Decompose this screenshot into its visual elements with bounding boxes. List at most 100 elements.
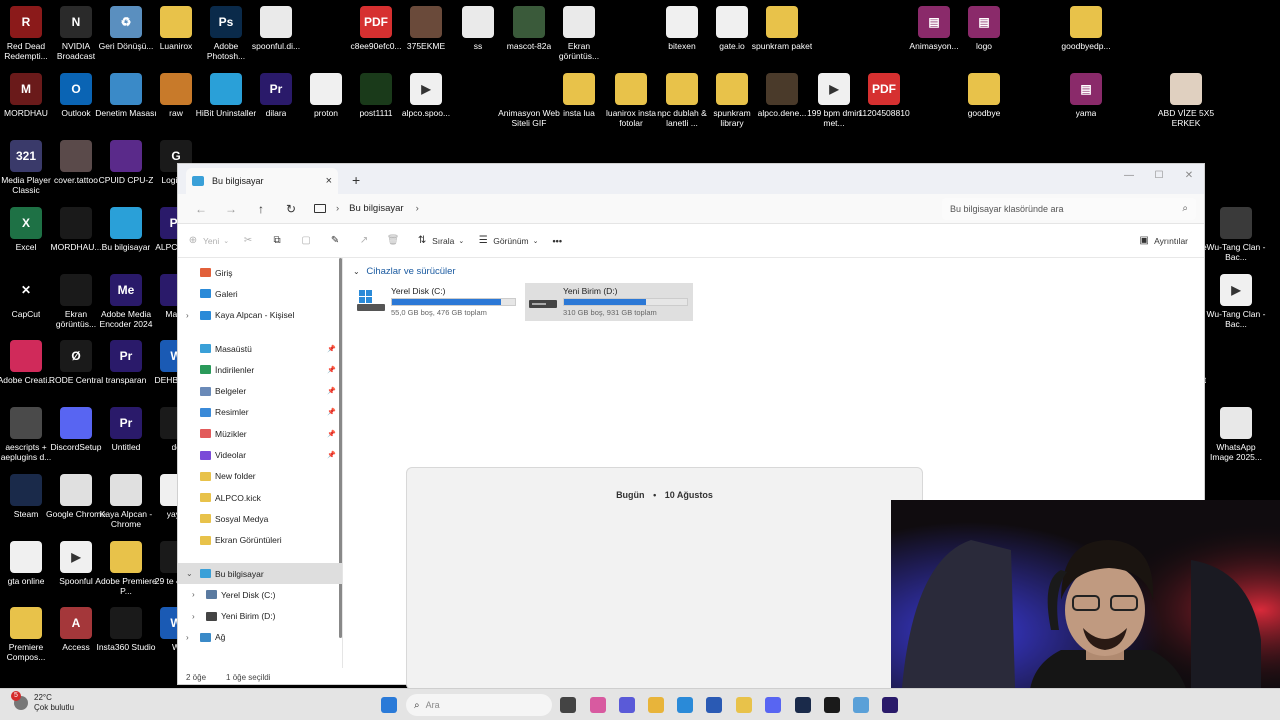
sidebar-item[interactable]: Giriş — [178, 262, 342, 283]
maximize-button[interactable]: ☐ — [1144, 164, 1174, 186]
sidebar-item-label: Belgeler — [215, 386, 247, 397]
search-placeholder: Bu bilgisayar klasöründe ara — [950, 203, 1064, 214]
drive-usage-bar — [391, 298, 516, 306]
sort-icon: ⇅ — [417, 235, 427, 246]
forward-button[interactable]: → — [216, 202, 246, 216]
share-icon[interactable]: ↗ — [359, 235, 374, 246]
pin-icon: 📌 — [327, 366, 336, 374]
breadcrumb[interactable]: › Bu bilgisayar › — [314, 198, 914, 220]
desktop-icon[interactable]: goodbye — [953, 73, 1015, 118]
taskbar-app-icon[interactable] — [795, 697, 811, 713]
sidebar-item[interactable]: ⌄ Bu bilgisayar — [178, 562, 342, 585]
new-button[interactable]: ⊕ Yeni ⌄ — [188, 235, 229, 246]
chevron-down-icon[interactable]: ⌄ — [186, 569, 193, 578]
app-icon: PDF — [868, 73, 900, 105]
drive-tile[interactable]: Yerel Disk (C:) 55,0 GB boş, 476 GB topla… — [353, 283, 521, 321]
app-icon — [716, 73, 748, 105]
desktop-icon[interactable]: ▶ alpco.spoo... — [395, 73, 457, 118]
minimize-button[interactable]: — — [1114, 164, 1144, 186]
details-button[interactable]: ▣ Ayrıntılar — [1139, 235, 1188, 246]
sidebar-item[interactable]: İndirilenler 📌 — [178, 359, 342, 380]
desktop-icon[interactable]: Wu-Tang Clan - Bac... — [1205, 207, 1267, 262]
app-icon: ▶ — [60, 541, 92, 573]
chevron-right-icon[interactable]: › — [416, 203, 419, 214]
taskbar-app-icon[interactable] — [882, 697, 898, 713]
sidebar-item[interactable]: Resimler 📌 — [178, 402, 342, 423]
desktop-icon[interactable]: ▤ logo — [953, 6, 1015, 51]
back-button[interactable]: ← — [186, 202, 216, 216]
desktop-icon[interactable]: spoonful.di... — [245, 6, 307, 51]
folder-icon — [200, 310, 211, 320]
taskbar-search-input[interactable]: ⌕ Ara — [406, 694, 552, 716]
desktop-icon[interactable]: goodbyedp... — [1055, 6, 1117, 51]
app-icon — [1070, 6, 1102, 38]
app-icon — [1170, 73, 1202, 105]
chevron-right-icon[interactable]: › — [186, 633, 189, 642]
pin-icon: 📌 — [327, 345, 336, 353]
taskbar-app-icon[interactable] — [560, 697, 576, 713]
chevron-right-icon[interactable]: › — [192, 590, 195, 599]
tab-this-pc[interactable]: Bu bilgisayar × — [186, 168, 338, 194]
app-icon: ▤ — [918, 6, 950, 38]
desktop-icon[interactable]: ▶ Wu-Tang Clan - Bac... — [1205, 274, 1267, 329]
sidebar-item[interactable]: Videolar 📌 — [178, 444, 342, 465]
desktop-icon[interactable]: ▤ yama — [1055, 73, 1117, 118]
taskbar-app-icon[interactable] — [677, 697, 693, 713]
sidebar-item-label: ALPCO.kick — [215, 492, 261, 503]
desktop-icon[interactable]: Ekran görüntüs... — [548, 6, 610, 61]
taskbar-app-icon[interactable] — [736, 697, 752, 713]
desktop-icon-label: Wu-Tang Clan - Bac... — [1206, 242, 1266, 262]
sidebar-item[interactable]: Masaüstü 📌 — [178, 338, 342, 359]
delete-icon[interactable]: 🗑 — [387, 235, 403, 246]
sidebar-item[interactable]: Galeri — [178, 283, 342, 304]
sidebar-item[interactable]: › Yerel Disk (C:) — [178, 584, 342, 605]
up-button[interactable]: ↑ — [246, 202, 276, 216]
paste-icon[interactable]: ▢ — [301, 235, 316, 246]
taskbar-app-icon[interactable] — [590, 697, 606, 713]
desktop-icon-label: ss — [473, 41, 483, 51]
close-tab-icon[interactable]: × — [326, 175, 332, 187]
section-header[interactable]: ⌄ Cihazlar ve sürücüler — [353, 266, 1194, 277]
chevron-right-icon[interactable]: › — [192, 612, 195, 621]
sidebar-item[interactable]: › Ağ — [178, 627, 342, 648]
sidebar-item[interactable]: New folder — [178, 466, 342, 487]
close-window-button[interactable]: ✕ — [1174, 164, 1204, 186]
folder-icon — [200, 493, 211, 503]
sidebar-item[interactable]: Sosyal Medya — [178, 508, 342, 529]
view-button[interactable]: ☰ Görünüm ⌄ — [478, 235, 539, 246]
drive-name: Yeni Birim (D:) — [563, 286, 618, 296]
new-tab-button[interactable]: + — [352, 172, 360, 188]
search-input[interactable]: Bu bilgisayar klasöründe ara ⌕ — [942, 197, 1196, 220]
desktop-icon-label: alpco.dene... — [757, 108, 807, 118]
taskbar-app-icon[interactable] — [765, 697, 781, 713]
rename-icon[interactable]: ✎ — [330, 235, 345, 246]
sidebar-item[interactable]: ALPCO.kick — [178, 487, 342, 508]
desktop-icon[interactable]: PDF 11204508810 — [853, 73, 915, 118]
weather-widget[interactable]: 5 22°C Çok bulutlu — [11, 691, 74, 713]
sidebar-item[interactable]: Ekran Görüntüleri — [178, 530, 342, 551]
desktop-icon[interactable]: spunkram paket — [751, 6, 813, 51]
folder-icon — [206, 590, 217, 600]
breadcrumb-this-pc[interactable]: Bu bilgisayar — [349, 203, 403, 214]
refresh-button[interactable]: ↻ — [276, 202, 306, 216]
desktop-icon[interactable]: WhatsApp Image 2025... — [1205, 407, 1267, 462]
chevron-right-icon[interactable]: › — [186, 311, 189, 320]
sidebar-item[interactable]: › Kaya Alpcan - Kişisel — [178, 305, 342, 326]
start-button[interactable] — [381, 697, 397, 713]
app-icon: N — [60, 6, 92, 38]
sidebar-item[interactable]: › Yeni Birim (D:) — [178, 605, 342, 626]
taskbar-app-icon[interactable] — [648, 697, 664, 713]
cut-icon[interactable]: ✂ — [243, 235, 258, 246]
taskbar-app-icon[interactable] — [853, 697, 869, 713]
sidebar-item[interactable]: Belgeler 📌 — [178, 380, 342, 401]
taskbar-app-icon[interactable] — [619, 697, 635, 713]
more-options-button[interactable]: ••• — [553, 236, 562, 246]
sidebar-item[interactable]: Müzikler 📌 — [178, 423, 342, 444]
sort-button[interactable]: ⇅ Sırala ⌄ — [417, 235, 464, 246]
taskbar-app-icon[interactable] — [706, 697, 722, 713]
desktop-icon[interactable]: ABD VİZE 5X5 ERKEK — [1155, 73, 1217, 128]
drive-tile[interactable]: Yeni Birim (D:) 310 GB boş, 931 GB toplam — [525, 283, 693, 321]
copy-icon[interactable]: ⧉ — [272, 235, 287, 246]
taskbar-app-icon[interactable] — [824, 697, 840, 713]
